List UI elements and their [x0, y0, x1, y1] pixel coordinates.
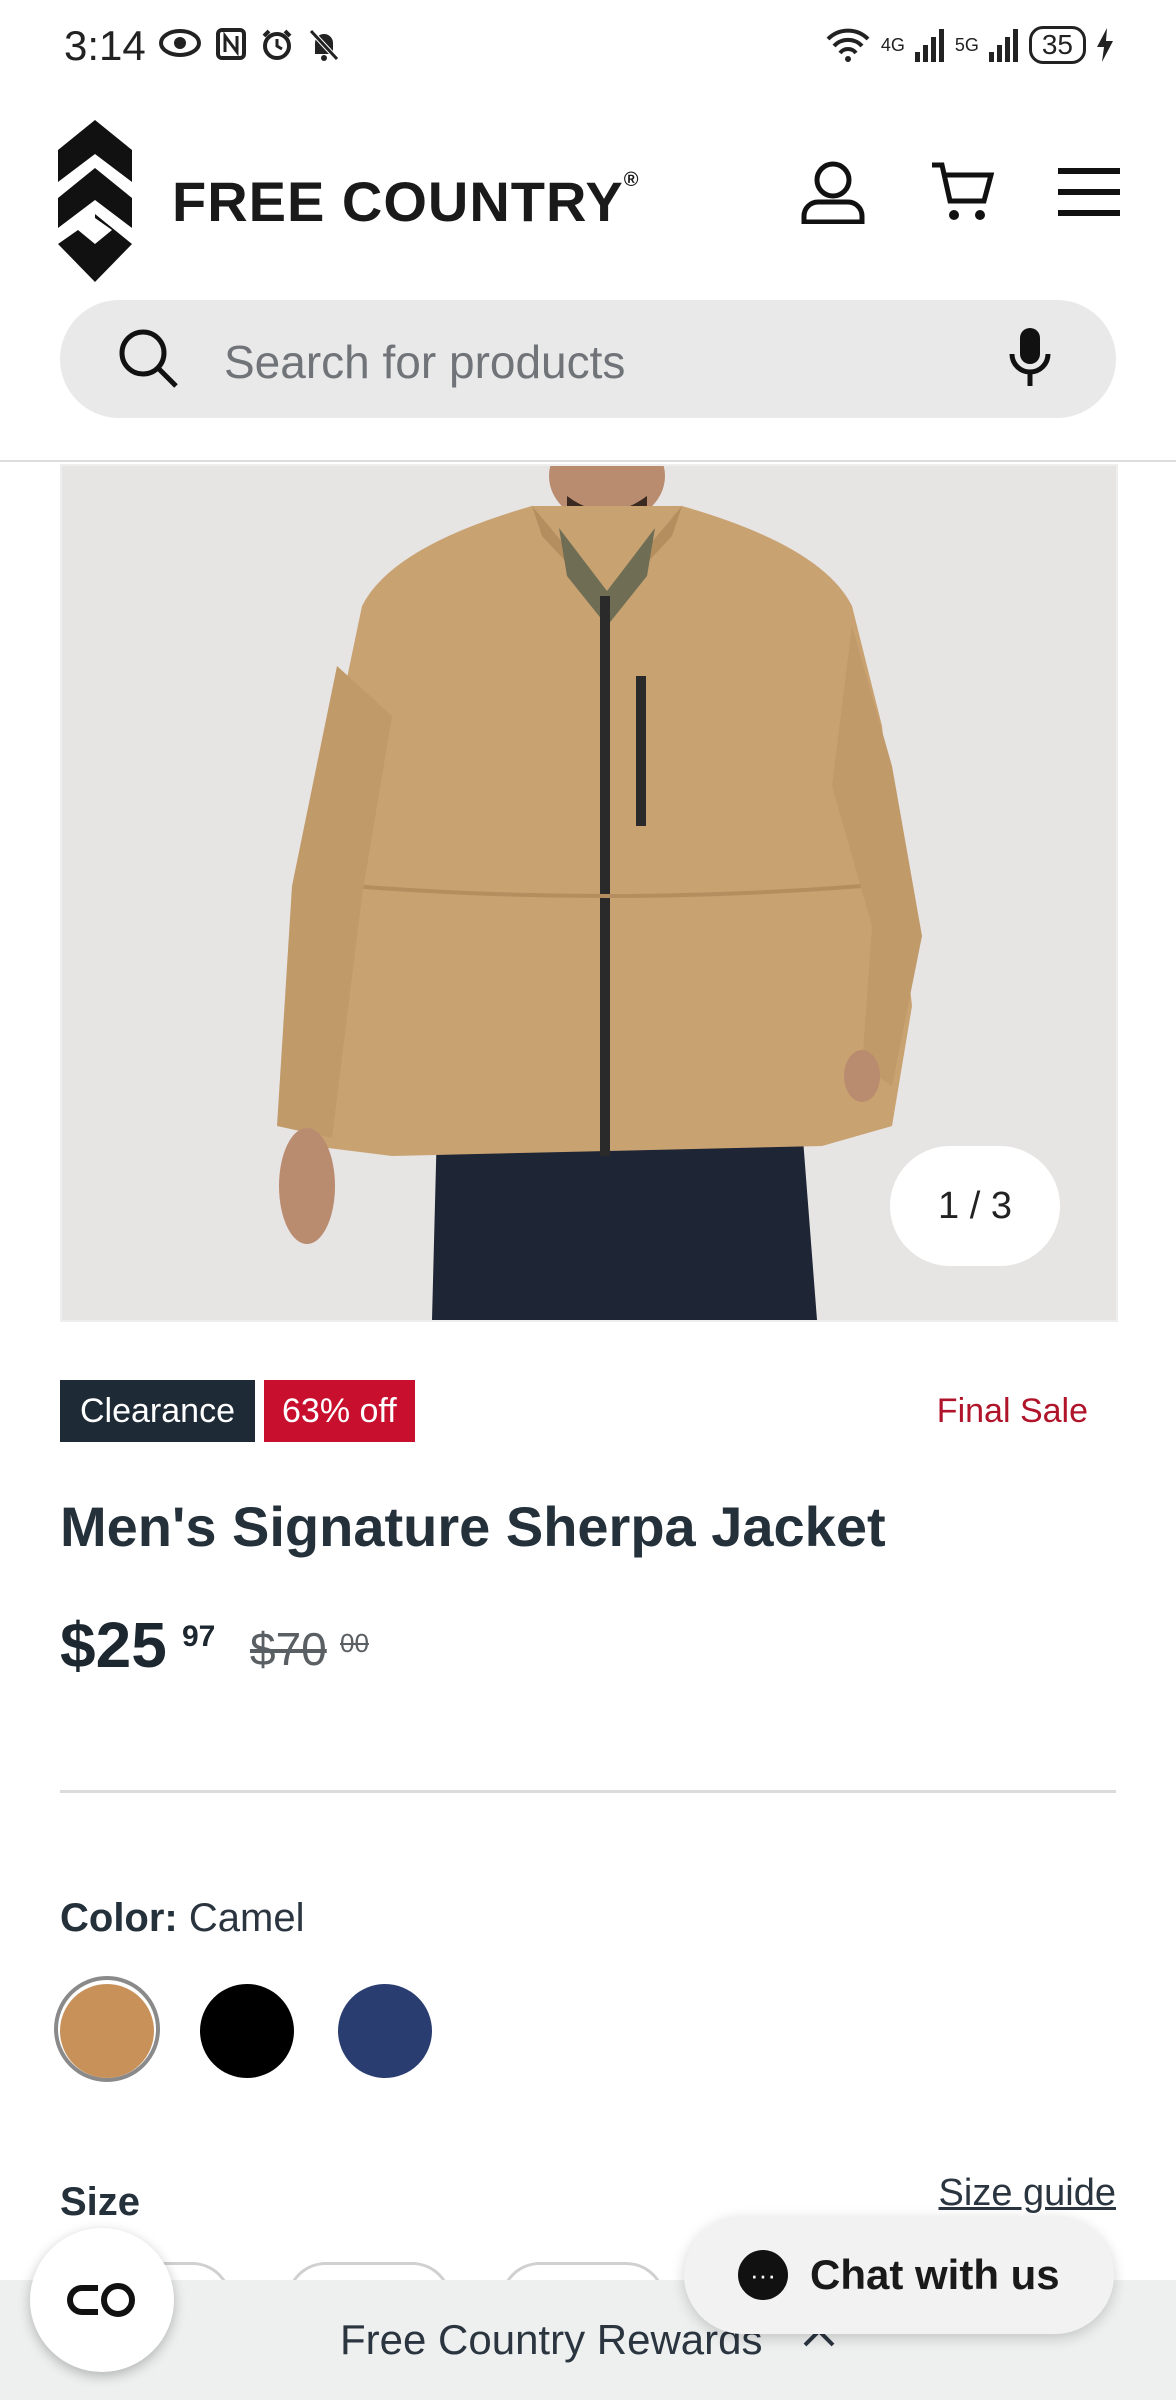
selected-color: Camel	[188, 1896, 305, 1940]
brand-logo[interactable]: FREE COUNTRY®	[58, 120, 639, 282]
network-4g-label: 4G	[880, 34, 905, 55]
color-swatch-camel[interactable]	[60, 1984, 154, 2078]
status-bar: 3:14 4G 5G 35	[0, 0, 1176, 100]
brand-text: FREE COUNTRY	[172, 169, 624, 233]
brand-trademark: ®	[623, 168, 640, 191]
signal-icon	[988, 29, 1018, 62]
product-title: Men's Signature Sherpa Jacket	[60, 1495, 886, 1558]
brand-name: FREE COUNTRY®	[172, 169, 639, 234]
size-label: Size	[60, 2180, 141, 2224]
chat-button[interactable]: ··· Chat with us	[684, 2216, 1114, 2334]
header-actions	[800, 160, 1120, 224]
clearance-badge: Clearance	[60, 1380, 255, 1442]
image-counter: 1 / 3	[890, 1146, 1060, 1266]
rewards-label[interactable]: Free Country Rewards	[340, 2316, 762, 2364]
microphone-icon[interactable]	[1008, 326, 1052, 388]
sale-price: $25	[60, 1609, 167, 1681]
alarm-icon	[262, 29, 292, 60]
brand-mark-icon	[58, 120, 132, 282]
chat-bubble-icon: ···	[738, 2250, 788, 2300]
search-input[interactable]	[222, 334, 1026, 390]
cart-icon[interactable]	[930, 161, 994, 223]
status-notification-icons	[158, 28, 340, 62]
search-bar[interactable]	[60, 300, 1116, 418]
wifi-icon	[826, 28, 870, 62]
color-label-heading: Color:	[60, 1896, 178, 1940]
rewards-button[interactable]	[30, 2228, 174, 2372]
chat-label: Chat with us	[810, 2251, 1060, 2298]
section-divider	[60, 1790, 1116, 1793]
bell-off-icon	[309, 29, 339, 61]
account-icon[interactable]	[800, 160, 866, 224]
eye-icon	[159, 29, 201, 57]
menu-icon[interactable]	[1058, 166, 1120, 218]
final-sale-label: Final Sale	[936, 1392, 1088, 1430]
battery-indicator: 35	[1028, 26, 1086, 64]
size-guide-link[interactable]: Size guide	[939, 2172, 1116, 2215]
network-5g-label: 5G	[954, 34, 979, 55]
nfc-icon	[216, 28, 246, 60]
original-price-cents: 00	[340, 1628, 369, 1658]
color-swatch-black[interactable]	[200, 1984, 294, 2078]
original-price: $70	[250, 1623, 327, 1675]
header-divider	[0, 460, 1176, 462]
status-time: 3:14	[64, 22, 146, 69]
rewards-logo-icon	[67, 2283, 135, 2317]
signal-icon	[914, 29, 944, 62]
color-label: Color: Camel	[60, 1896, 304, 1941]
color-swatch-navy[interactable]	[338, 1984, 432, 2078]
charging-icon	[1097, 28, 1113, 62]
search-icon	[119, 329, 178, 388]
status-system-icons: 4G 5G 35	[825, 26, 1114, 64]
discount-badge: 63% off	[264, 1380, 415, 1442]
sale-price-cents: 97	[182, 1620, 216, 1653]
